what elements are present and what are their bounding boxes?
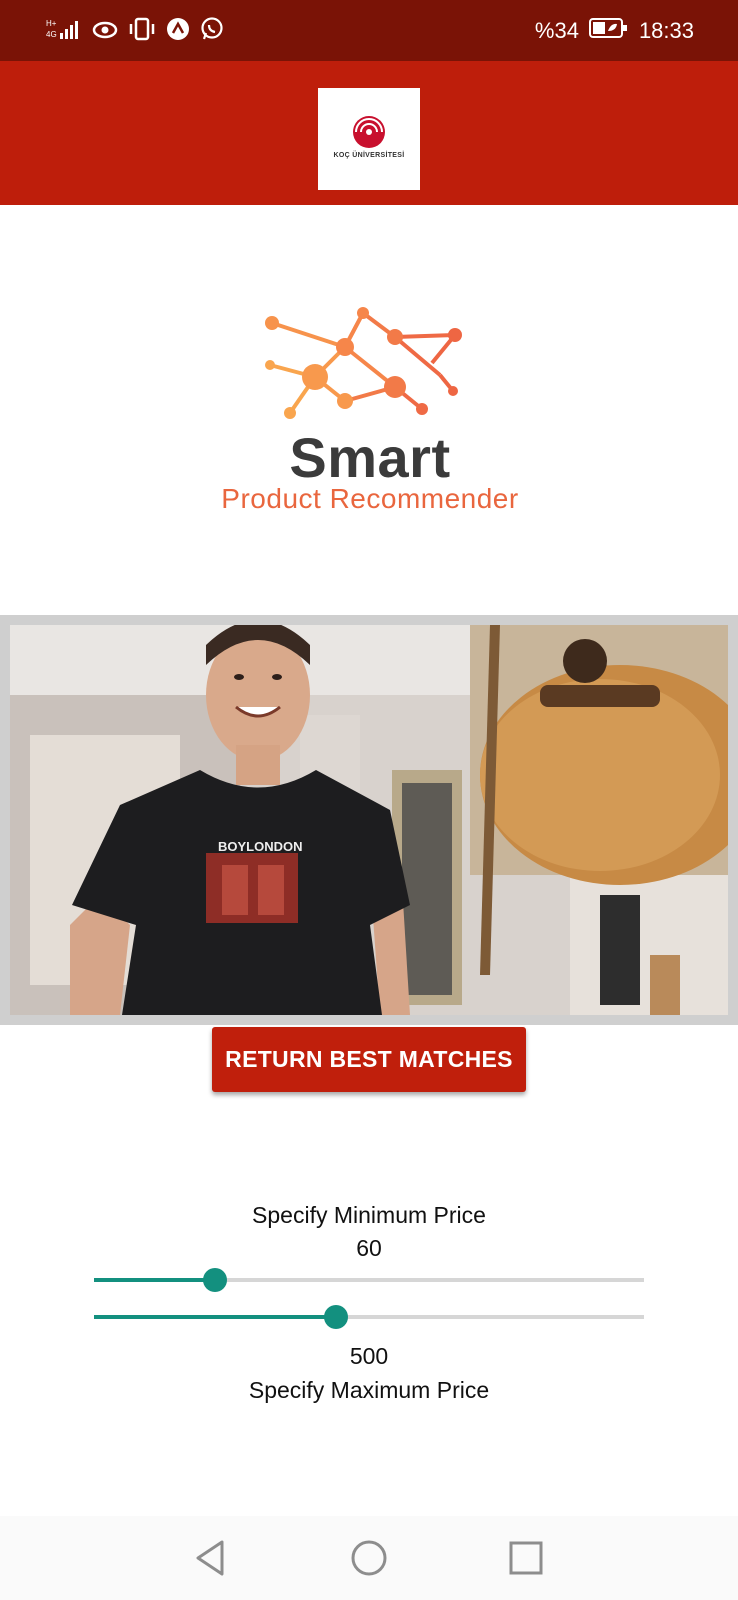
university-logo-text: KOÇ ÜNİVERSİTESİ xyxy=(333,152,405,159)
battery-icon xyxy=(588,17,629,45)
network-graph-icon xyxy=(265,307,462,419)
battery-percentage: %34 xyxy=(534,18,579,43)
shirt-text: BOYLONDON xyxy=(218,839,303,854)
brand-subtitle: Product Recommender xyxy=(221,483,519,514)
app-header: KOÇ ÜNİVERSİTESİ xyxy=(0,61,738,205)
brand-logo: Smart Product Recommender xyxy=(170,305,570,515)
slider-thumb[interactable] xyxy=(324,1305,348,1329)
svg-text:4G: 4G xyxy=(46,30,57,39)
status-icons-left: H+ 4G xyxy=(46,16,224,46)
min-price-value: 60 xyxy=(356,1235,382,1261)
status-bar: H+ 4G %34 18:33 xyxy=(0,0,738,61)
vibrate-icon xyxy=(128,17,156,46)
max-price-label: Specify Maximum Price xyxy=(248,1377,490,1403)
signal-icon: H+ 4G xyxy=(46,17,82,46)
home-icon[interactable] xyxy=(345,1534,393,1582)
slider-fill xyxy=(94,1278,215,1282)
min-price-slider[interactable] xyxy=(94,1265,644,1295)
whatsapp-icon xyxy=(200,16,224,46)
slider-fill xyxy=(94,1315,336,1319)
status-icons-right: %34 18:33 xyxy=(535,18,694,44)
max-price-slider[interactable] xyxy=(94,1302,644,1332)
brand-title: Smart xyxy=(289,426,451,489)
system-nav-bar xyxy=(0,1516,738,1600)
eye-icon xyxy=(92,18,118,45)
app-notification-icon xyxy=(166,17,190,46)
slider-thumb[interactable] xyxy=(203,1268,227,1292)
recents-icon[interactable] xyxy=(502,1534,550,1582)
min-price-label: Specify Minimum Price xyxy=(252,1202,486,1228)
return-best-matches-button[interactable]: RETURN BEST MATCHES xyxy=(212,1027,526,1092)
status-time: 18:33 xyxy=(638,18,694,43)
university-emblem-icon xyxy=(353,116,385,148)
camera-feed-image: BOYLONDON xyxy=(10,625,728,1015)
camera-preview: BOYLONDON xyxy=(0,615,738,1025)
max-price-value: 500 xyxy=(349,1343,389,1369)
svg-text:H+: H+ xyxy=(46,19,57,28)
university-logo: KOÇ ÜNİVERSİTESİ xyxy=(318,88,420,190)
back-icon[interactable] xyxy=(188,1534,236,1582)
